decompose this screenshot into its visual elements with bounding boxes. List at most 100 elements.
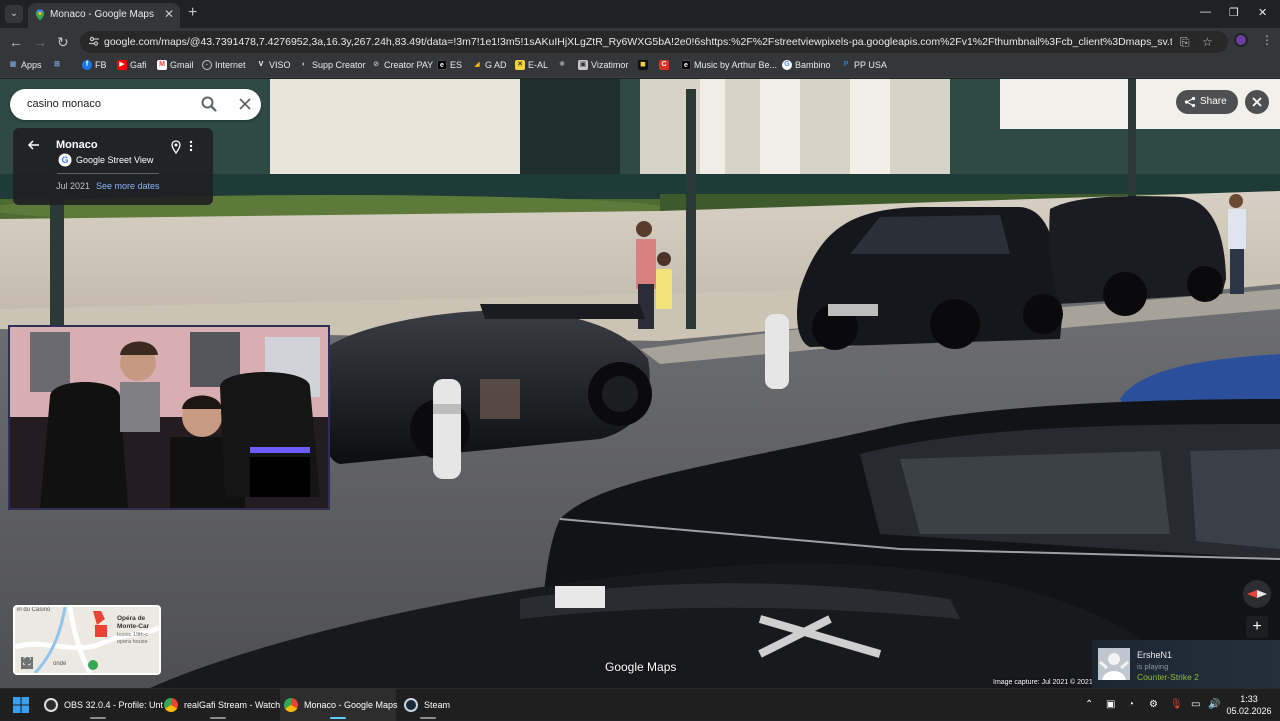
back-arrow-icon[interactable] — [27, 138, 41, 152]
bookmark-es[interactable]: e ES — [437, 60, 462, 70]
share-icon — [1184, 96, 1196, 108]
minimap-label-onde: onde — [53, 661, 67, 667]
chrome-menu-icon[interactable]: ⋮ — [1261, 33, 1273, 47]
bookmark-c-app[interactable]: C — [659, 60, 669, 70]
bookmark-music[interactable]: e Music by Arthur Be... — [681, 60, 777, 70]
bookmark-settings[interactable]: ✺ — [557, 60, 567, 70]
tray-app-icon[interactable]: ▣ — [1106, 699, 1115, 710]
site-info-icon[interactable] — [88, 35, 100, 47]
bookmark-gafi[interactable]: ▶ Gafi — [117, 60, 147, 70]
close-street-view-button[interactable] — [1245, 90, 1269, 114]
expand-map-icon[interactable]: ⛶ — [21, 657, 33, 669]
bookmark-fb[interactable]: f FB — [82, 60, 107, 70]
network-icon[interactable]: ▭ — [1191, 699, 1200, 710]
google-maps-favicon-icon — [35, 9, 45, 21]
google-icon: G — [782, 60, 792, 70]
steam-icon — [404, 698, 418, 712]
browser-toolbar: ← → ↻ google.com/maps/@43.7391478,7.4276… — [0, 28, 1280, 56]
steam-notification[interactable]: ErsheN1 is playing Counter-Strike 2 — [1092, 640, 1280, 688]
clock-time: 1:33 — [1240, 694, 1258, 704]
see-more-dates-link[interactable]: See more dates — [96, 181, 160, 191]
volume-icon[interactable]: 🔊 — [1208, 699, 1220, 710]
tab-google-maps[interactable]: Monaco - Google Maps ✕ — [28, 3, 180, 28]
bookmark-star-icon[interactable]: ☆ — [1202, 35, 1213, 49]
place-name: Monaco — [56, 139, 98, 151]
chrome-icon — [164, 698, 178, 712]
window-close-icon[interactable]: ✕ — [1258, 6, 1267, 19]
back-icon[interactable]: ← — [9, 34, 23, 50]
capture-date: Jul 2021 — [56, 181, 91, 191]
google-maps-watermark: Google Maps — [605, 660, 677, 674]
url-text: google.com/maps/@43.7391478,7.4276952,3a… — [104, 36, 1172, 48]
tray-steam-icon[interactable]: ⚙ — [1149, 699, 1158, 710]
webcam-video — [10, 327, 328, 508]
search-icon[interactable] — [200, 95, 218, 113]
share-button[interactable]: Share — [1176, 90, 1238, 114]
card-divider — [57, 173, 159, 174]
windows-start-icon[interactable] — [13, 697, 29, 713]
profile-avatar[interactable] — [1234, 33, 1248, 47]
new-tab-icon[interactable]: + — [188, 4, 197, 22]
tab-close-icon[interactable]: ✕ — [164, 7, 174, 21]
windows-taskbar: OBS 32.0.4 - Profile: Unt realGafi Strea… — [0, 688, 1280, 721]
paypal-icon: P — [843, 61, 849, 68]
reload-icon[interactable]: ↻ — [57, 34, 69, 51]
friend-avatar-image — [1098, 648, 1130, 680]
minimap-label-iconic: Iconic 19th-c — [117, 632, 149, 638]
minimap-label-opera-house: opera house — [117, 639, 148, 645]
bookmark-internet[interactable]: · Internet — [202, 60, 246, 70]
minimap-label-monte-carlo: Monte-Car — [117, 623, 150, 630]
taskbar-chrome-maps[interactable]: Monaco - Google Maps — [280, 689, 398, 721]
taskbar-obs[interactable]: OBS 32.0.4 - Profile: Unt — [40, 689, 163, 721]
restore-icon[interactable]: ❐ — [1229, 6, 1239, 19]
bookmark-bambino[interactable]: G Bambino — [782, 60, 831, 70]
bookmark-grid[interactable]: ⊞ — [52, 60, 62, 70]
minimize-icon[interactable]: — — [1200, 6, 1211, 18]
bookmark-e-al[interactable]: ✕ E-AL — [515, 60, 548, 70]
install-app-icon[interactable]: ⎘ — [1180, 35, 1190, 50]
viso-icon: V — [258, 61, 264, 68]
system-clock[interactable]: 1:33 05.02.2026 — [1224, 693, 1274, 717]
zoom-in-button[interactable]: + — [1246, 616, 1268, 638]
bookmark-apps[interactable]: ▦ Apps — [8, 60, 42, 70]
clear-search-icon[interactable] — [236, 95, 254, 113]
tray-app2-icon[interactable]: ◔ — [1128, 699, 1134, 710]
bookmark-dark-app[interactable]: ◼ — [638, 60, 648, 70]
bookmark-viso[interactable]: V VISO — [256, 60, 291, 70]
clock-date: 05.02.2026 — [1226, 706, 1272, 716]
bookmark-g-ad[interactable]: ◢ G AD — [472, 60, 506, 70]
street-view-panorama[interactable]: Monaco G Google Street View Jul 2021 See… — [0, 79, 1280, 688]
street-view-info-card: Monaco G Google Street View Jul 2021 See… — [13, 128, 213, 205]
search-input[interactable] — [27, 98, 197, 110]
svg-text:G: G — [61, 155, 68, 165]
tray-mic-icon[interactable]: 🎙 — [1170, 699, 1183, 710]
c-app-icon: C — [659, 60, 669, 70]
forward-icon[interactable]: → — [33, 34, 47, 50]
support-icon: ◐ — [301, 61, 307, 68]
bookmark-vizatimor[interactable]: ▣ Vizatimor — [578, 60, 628, 70]
apps-grid-icon: ▦ — [9, 61, 17, 68]
address-bar[interactable]: google.com/maps/@43.7391478,7.4276952,3a… — [80, 31, 1228, 53]
chrome-icon — [284, 698, 298, 712]
browser-tabstrip: ⌄ Monaco - Google Maps ✕ + — ❐ ✕ — [0, 0, 1280, 28]
taskbar-chrome-realgafi[interactable]: realGafi Stream - Watch — [160, 689, 280, 721]
e-al-icon: ✕ — [515, 60, 525, 70]
taskbar-steam[interactable]: Steam — [400, 689, 456, 721]
gmail-icon: M — [157, 60, 167, 70]
close-icon — [1252, 97, 1262, 107]
bookmark-pp-usa[interactable]: P PP USA — [841, 60, 887, 70]
tab-search-button[interactable]: ⌄ — [5, 5, 23, 23]
maps-search-box[interactable] — [10, 89, 261, 120]
bookmark-creator-pay[interactable]: ⊘ Creator PAY — [371, 60, 433, 70]
bookmark-gmail[interactable]: M Gmail — [157, 60, 194, 70]
compass-icon[interactable] — [1242, 579, 1272, 609]
tray-overflow-icon[interactable]: ⌃ — [1085, 699, 1093, 710]
location-pin-icon[interactable] — [170, 140, 182, 154]
mini-map[interactable]: in du Casino Opéra de Monte-Car Iconic 1… — [13, 605, 161, 675]
more-options-icon[interactable] — [187, 139, 195, 153]
webcam-overlay — [8, 325, 330, 510]
es-icon: e — [437, 60, 447, 70]
bookmark-supp-creator[interactable]: ◐ Supp Creator — [299, 60, 366, 70]
share-label: Share — [1200, 96, 1227, 107]
minimap-label-casino: in du Casino — [17, 607, 51, 613]
